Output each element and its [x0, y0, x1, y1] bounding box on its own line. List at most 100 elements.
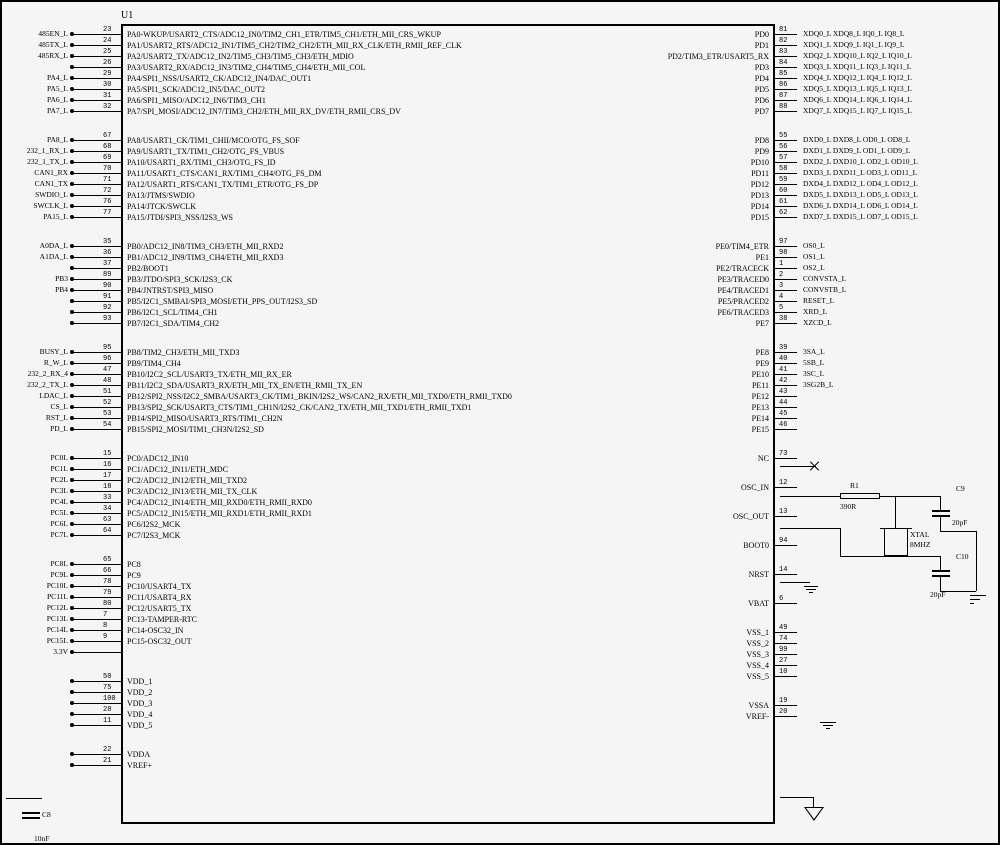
- pin-lead: [72, 67, 121, 68]
- pin-number: 41: [779, 366, 787, 374]
- pin-lead: [775, 184, 797, 185]
- net-label: PC11L: [8, 592, 68, 601]
- right-pin: VSS_1: [127, 628, 769, 638]
- ground-symbol-vref: [804, 807, 824, 821]
- net-label: XDQ3_L XDQ11_L IQ3_L IQ11_L: [803, 62, 911, 71]
- pin-number: 62: [779, 209, 787, 217]
- right-pin: VSS_5: [127, 672, 769, 682]
- pin-lead: [72, 725, 121, 726]
- right-pin: PE11: [127, 381, 769, 391]
- pin-function-label: PE12: [752, 392, 769, 402]
- net-label: DXD4_L DXD12_L OD4_L OD12_L: [803, 179, 918, 188]
- pin-lead: [72, 246, 121, 247]
- pin-lead: [775, 67, 797, 68]
- right-pin: VSS_3: [127, 650, 769, 660]
- pin-number: 97: [779, 238, 787, 246]
- junction-dot: [70, 723, 74, 727]
- right-pin: PD0: [127, 30, 769, 40]
- pin-lead: [775, 100, 797, 101]
- c8-value: 10nF: [34, 834, 49, 843]
- pin-function-label: PC8: [127, 560, 141, 570]
- pin-lead: [775, 323, 797, 324]
- pin-function-label: PC1/ADC12_IN11/ETH_MDC: [127, 465, 228, 475]
- net-label: 232_2_RX_4: [8, 369, 68, 378]
- net-label: BUSY_L: [8, 347, 68, 356]
- pin-function-label: VSSA: [749, 701, 769, 711]
- pin-function-label: PD9: [755, 147, 769, 157]
- pin-function-label: VREF+: [127, 761, 152, 771]
- pin-number: 73: [779, 450, 787, 458]
- pin-function-label: PD7: [755, 107, 769, 117]
- pin-lead: [72, 502, 121, 503]
- net-label: PA8_L: [8, 135, 68, 144]
- pin-lead: [72, 407, 121, 408]
- junction-dot: [70, 204, 74, 208]
- pin-lead: [775, 217, 797, 218]
- net-label: DXD0_L DXD8_L OD0_L OD8_L: [803, 135, 910, 144]
- junction-dot: [70, 679, 74, 683]
- pin-function-label: PD10: [751, 158, 769, 168]
- junction-dot: [70, 606, 74, 610]
- c8-ref: C8: [42, 810, 51, 819]
- left-pin: PC1/ADC12_IN11/ETH_MDC: [127, 465, 767, 475]
- net-label: 3SC_L: [803, 369, 824, 378]
- pin-number: 59: [779, 176, 787, 184]
- pin-function-label: VSS_5: [746, 672, 769, 682]
- pin-lead: [72, 195, 121, 196]
- pin-function-label: PD15: [751, 213, 769, 223]
- right-pin: PD6: [127, 96, 769, 106]
- pin-number: 37: [103, 260, 111, 268]
- pin-function-label: PE10: [752, 370, 769, 380]
- pin-number: 46: [779, 421, 787, 429]
- pin-number: 88: [779, 103, 787, 111]
- pin-lead: [72, 535, 121, 536]
- net-label: PC0L: [8, 453, 68, 462]
- pin-lead: [775, 429, 797, 430]
- junction-dot: [70, 763, 74, 767]
- pin-lead: [72, 217, 121, 218]
- pin-function-label: PC7/I2S3_MCK: [127, 531, 180, 541]
- pin-lead: [72, 652, 121, 653]
- right-pin: PD5: [127, 85, 769, 95]
- net-label: 3SA_L: [803, 347, 825, 356]
- pin-lead: [72, 396, 121, 397]
- junction-dot: [70, 361, 74, 365]
- pin-lead: [72, 301, 121, 302]
- pin-function-label: PE4/TRACED1: [717, 286, 769, 296]
- pin-number: 68: [103, 143, 111, 151]
- pin-function-label: VSS_3: [746, 650, 769, 660]
- pin-number: 47: [103, 366, 111, 374]
- pin-function-label: VSS_4: [746, 661, 769, 671]
- net-label: PC5L: [8, 508, 68, 517]
- net-label: PB4: [8, 285, 68, 294]
- pin-number: 58: [779, 165, 787, 173]
- junction-dot: [70, 573, 74, 577]
- right-pin: VSS_4: [127, 661, 769, 671]
- pin-lead: [72, 140, 121, 141]
- junction-dot: [70, 690, 74, 694]
- pin-lead: [775, 151, 797, 152]
- r1-ref: R1: [850, 481, 859, 490]
- pin-number: 5: [779, 304, 783, 312]
- junction-dot: [70, 215, 74, 219]
- pin-lead: [775, 279, 797, 280]
- pin-lead: [775, 716, 797, 717]
- pin-number: 8: [103, 622, 107, 630]
- pin-lead: [775, 665, 797, 666]
- pin-number: 60: [779, 187, 787, 195]
- pin-number: 89: [103, 271, 111, 279]
- pin-lead: [775, 385, 797, 386]
- pin-number: 28: [103, 706, 111, 714]
- pin-number: 92: [103, 304, 111, 312]
- pin-number: 100: [103, 695, 116, 703]
- pin-lead: [775, 418, 797, 419]
- right-pin: PE10: [127, 370, 769, 380]
- pin-lead: [775, 34, 797, 35]
- pin-number: 91: [103, 293, 111, 301]
- pin-number: 11: [103, 717, 111, 725]
- pin-number: 40: [779, 355, 787, 363]
- pin-function-label: PE11: [752, 381, 769, 391]
- pin-number: 45: [779, 410, 787, 418]
- pin-number: 33: [103, 494, 111, 502]
- pin-function-label: PE2/TRACECK: [716, 264, 769, 274]
